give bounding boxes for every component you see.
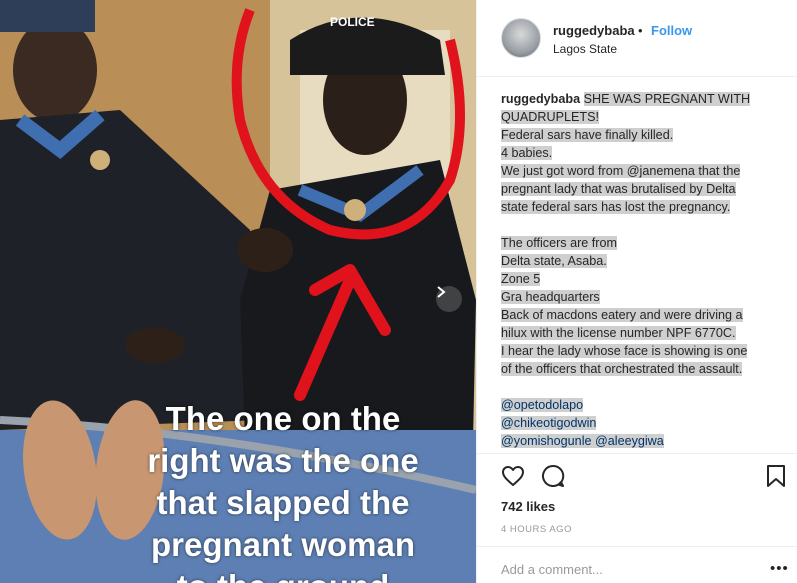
post-sidebar: ruggedybaba • Follow Lagos State ruggedy… (476, 0, 797, 583)
overlay-line: that slapped the (156, 484, 410, 521)
header-divider (477, 76, 797, 77)
caption-line: I hear the lady whose face is showing is… (501, 344, 748, 358)
post-timestamp[interactable]: 4 HOURS AGO (501, 524, 572, 535)
separator-dot: • (638, 23, 643, 38)
caption-line: of the officers that orchestrated the as… (501, 362, 743, 376)
comment-input[interactable]: Add a comment... (501, 562, 603, 577)
caption-line: We just got word from @janemena that the (501, 164, 741, 178)
police-cap-text: POLICE (330, 15, 375, 29)
action-bar (501, 464, 797, 490)
caption-username[interactable]: ruggedybaba (501, 92, 580, 106)
post-header: ruggedybaba • Follow Lagos State (501, 18, 797, 62)
comment-divider (477, 546, 797, 547)
overlay-line: pregnant woman (150, 526, 416, 563)
caption-line: Federal sars have finally killed. (501, 128, 674, 142)
actions-divider (477, 453, 797, 454)
overlay-line: right was the one (147, 442, 419, 479)
mention-link[interactable]: @opetodolapo (501, 398, 584, 412)
post-caption: ruggedybaba SHE WAS PREGNANT WITH QUADRU… (501, 90, 781, 450)
caption-line: SHE WAS PREGNANT WITH (583, 92, 751, 106)
bookmark-icon[interactable] (765, 464, 787, 488)
location-link[interactable]: Lagos State (553, 42, 617, 56)
post-image[interactable]: POLICE The one on the right was the one … (0, 0, 476, 583)
more-options-button[interactable]: ••• (770, 560, 789, 577)
avatar[interactable] (501, 18, 541, 58)
mention-link[interactable]: @yomishogunle @aleeygiwa (501, 434, 664, 448)
caption-line: hilux with the license number NPF 6770C. (501, 326, 736, 340)
follow-button[interactable]: Follow (651, 23, 692, 38)
caption-line: Back of macdons eatery and were driving … (501, 308, 743, 322)
chevron-right-icon (437, 286, 446, 298)
header-username[interactable]: ruggedybaba (553, 23, 635, 38)
caption-line: Zone 5 (501, 272, 541, 286)
caption-line: 4 babies. (501, 146, 553, 160)
next-image-button[interactable] (436, 286, 462, 312)
like-count[interactable]: 742 likes (501, 499, 555, 514)
heart-icon[interactable] (501, 464, 525, 488)
caption-line: Delta state, Asaba. (501, 254, 607, 268)
comment-icon[interactable] (541, 464, 565, 488)
caption-line: The officers are from (501, 236, 617, 250)
caption-line: pregnant lady that was brutalised by Del… (501, 182, 736, 196)
caption-line: QUADRUPLETS! (501, 110, 599, 124)
overlay-line: to the ground (118, 566, 448, 583)
caption-line: Gra headquarters (501, 290, 600, 304)
image-overlay-caption: The one on the right was the one that sl… (118, 398, 448, 583)
overlay-line: The one on the (165, 400, 401, 437)
mention-link[interactable]: @chikeotigodwin (501, 416, 597, 430)
caption-line: state federal sars has lost the pregnanc… (501, 200, 731, 214)
